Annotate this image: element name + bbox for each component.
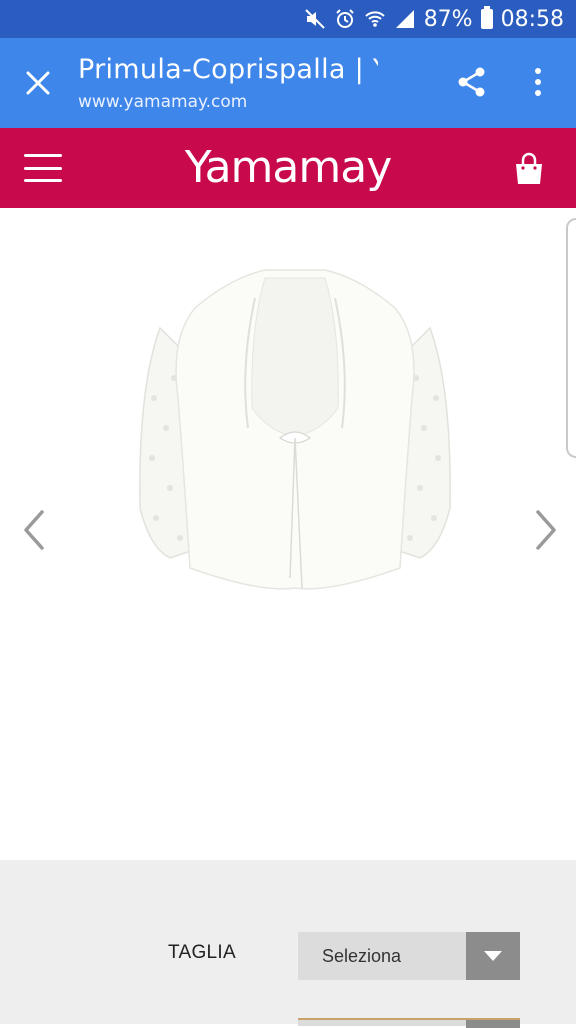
size-select-value: Seleziona	[322, 945, 402, 966]
next-select[interactable]	[298, 1018, 520, 1028]
page-url: www.yamamay.com	[78, 92, 248, 112]
browser-toolbar: Primula-Coprispalla | Y... www.yamamay.c…	[0, 38, 576, 128]
alarm-icon	[334, 8, 356, 30]
size-select[interactable]: Seleziona	[298, 932, 520, 980]
next-select-button[interactable]	[466, 1020, 520, 1028]
page-title: Primula-Coprispalla | Y...	[78, 54, 378, 85]
hamburger-menu-icon[interactable]	[22, 150, 64, 186]
more-options-icon[interactable]	[516, 58, 560, 106]
site-header: Yamamay	[0, 128, 576, 208]
close-icon[interactable]	[14, 59, 62, 107]
wifi-icon	[364, 8, 386, 30]
shopping-bag-icon[interactable]	[508, 148, 550, 190]
product-options: TAGLIA Seleziona	[0, 860, 576, 1028]
share-icon[interactable]	[448, 58, 496, 106]
battery-icon	[480, 6, 493, 29]
size-label: TAGLIA	[168, 942, 236, 963]
chevron-left-icon[interactable]	[20, 508, 50, 552]
product-image	[139, 269, 451, 590]
battery-percent: 87%	[423, 6, 473, 32]
signal-icon	[394, 8, 416, 30]
chevron-right-icon[interactable]	[530, 508, 560, 552]
status-bar: 87% 08:58	[0, 0, 576, 38]
drawer-handle[interactable]	[566, 218, 576, 458]
clock: 08:58	[500, 6, 564, 32]
product-gallery	[0, 208, 576, 860]
triangle-down-icon[interactable]	[466, 932, 520, 980]
brand-logo[interactable]: Yamamay	[178, 140, 398, 196]
mute-icon	[304, 8, 326, 30]
